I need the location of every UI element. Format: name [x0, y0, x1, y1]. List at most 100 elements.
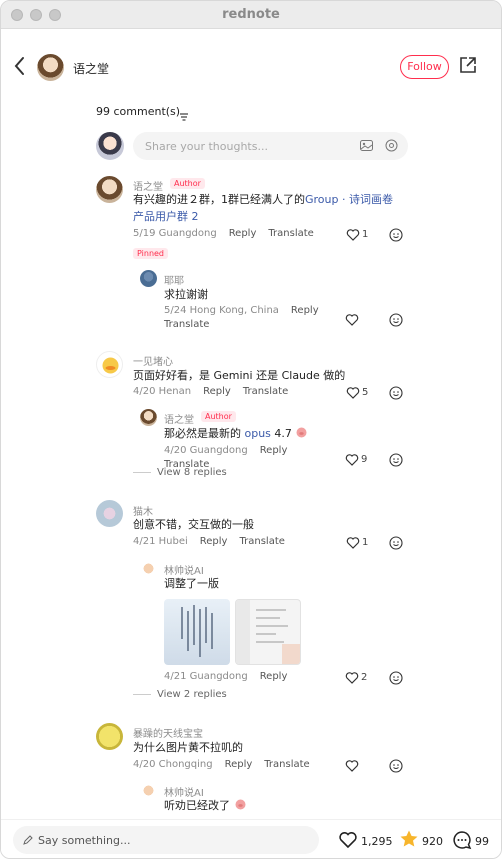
- replier-avatar[interactable]: [140, 270, 157, 287]
- reply-meta: 4/20 Guangdong Reply: [164, 445, 287, 456]
- image-thumbnail-icon: [181, 605, 213, 657]
- commenter-name[interactable]: 一见堵心: [133, 353, 173, 368]
- reply-meta: 4/21 Guangdong Reply: [164, 671, 287, 682]
- like-count: 9: [361, 454, 368, 465]
- commenter-avatar[interactable]: [96, 176, 123, 203]
- emoji-icon[interactable]: [389, 385, 403, 400]
- mention-icon[interactable]: [384, 138, 399, 153]
- translate-button[interactable]: Translate: [264, 759, 309, 770]
- divider-line: [133, 693, 151, 695]
- replier-name[interactable]: 耶耶: [164, 272, 184, 287]
- comment-meta: 4/20 Chongqing Reply Translate: [133, 759, 310, 770]
- translate-button[interactable]: Translate: [239, 536, 284, 547]
- heart-icon[interactable]: [346, 385, 360, 399]
- heart-icon[interactable]: [345, 758, 359, 772]
- comment-text: 页面好好看，是 Gemini 还是 Claude 做的: [133, 369, 346, 382]
- translate-button[interactable]: Translate: [268, 228, 313, 239]
- like-count: 2: [361, 672, 368, 683]
- reply-button[interactable]: Reply: [225, 759, 253, 770]
- commenter-avatar[interactable]: [96, 351, 123, 378]
- comment-date-location: 5/19 Guangdong: [133, 228, 217, 239]
- heart-icon[interactable]: [338, 830, 358, 850]
- replier-avatar[interactable]: [140, 782, 157, 799]
- reply-button[interactable]: Reply: [229, 228, 257, 239]
- reply-image[interactable]: [235, 599, 301, 665]
- image-icon[interactable]: [359, 138, 374, 153]
- pig-emoji-icon: [235, 799, 245, 810]
- follow-button[interactable]: Follow: [400, 55, 449, 79]
- reply-meta-translate: Translate: [164, 319, 209, 330]
- author-tag: Author: [170, 178, 205, 189]
- comment-input-placeholder: Share your thoughts...: [145, 140, 268, 153]
- comment-input[interactable]: Share your thoughts...: [133, 132, 408, 160]
- commenter-avatar[interactable]: [96, 723, 123, 750]
- emoji-icon[interactable]: [389, 312, 403, 327]
- pencil-icon: [23, 835, 33, 845]
- say-something-placeholder: Say something...: [38, 834, 131, 847]
- comment-bubble-icon[interactable]: [452, 830, 472, 850]
- reply-text: 听劝已经改了: [164, 797, 247, 814]
- heart-icon[interactable]: [346, 535, 360, 549]
- say-something-input[interactable]: Say something...: [13, 826, 319, 854]
- post-header: 语之堂 Follow: [1, 29, 501, 105]
- comment-text: 为什么图片黄不拉叽的: [133, 741, 243, 754]
- duck-icon: [102, 357, 119, 374]
- reply-text: 求拉谢谢: [164, 288, 208, 301]
- view-replies-button[interactable]: View 2 replies: [133, 689, 227, 700]
- reply-image[interactable]: [164, 599, 230, 665]
- reply-date-location: 4/20 Guangdong: [164, 445, 248, 456]
- emoji-icon[interactable]: [389, 670, 403, 685]
- reply-button[interactable]: Reply: [203, 386, 231, 397]
- screenshot-thumbnail-icon: [236, 600, 300, 664]
- comment-meta: 4/20 Henan Reply Translate: [133, 386, 288, 397]
- reply-text: 调整了一版: [164, 577, 219, 590]
- heart-icon[interactable]: [345, 312, 359, 326]
- commenter-avatar[interactable]: [96, 500, 123, 527]
- emoji-icon[interactable]: [389, 758, 403, 773]
- reply-date-location: 5/24 Hong Kong, China: [164, 305, 279, 316]
- share-icon[interactable]: [459, 56, 477, 74]
- divider-line: [133, 471, 151, 473]
- pinned-tag: Pinned: [133, 248, 169, 259]
- app-window: rednote 语之堂 Follow 99 comment(s) Share y…: [0, 0, 502, 859]
- reply-button[interactable]: Reply: [260, 445, 288, 456]
- reply-button[interactable]: Reply: [200, 536, 228, 547]
- heart-icon[interactable]: [345, 452, 359, 466]
- sort-icon[interactable]: [179, 107, 189, 121]
- comment-date-location: 4/20 Chongqing: [133, 759, 213, 770]
- like-count: 5: [362, 387, 369, 398]
- view-replies-button[interactable]: View 8 replies: [133, 467, 227, 478]
- comment-text: 有兴趣的进２群，1群已经满人了的Group · 诗词画卷产品用户群 2: [133, 191, 403, 225]
- heart-icon[interactable]: [346, 227, 360, 241]
- heart-icon[interactable]: [345, 670, 359, 684]
- app-title: rednote: [222, 7, 280, 22]
- comment-text: 创意不错，交互做的一般: [133, 518, 254, 531]
- emoji-icon[interactable]: [389, 452, 403, 467]
- star-icon[interactable]: [399, 829, 419, 849]
- view-replies-label: View 2 replies: [157, 689, 227, 700]
- stars-count: 920: [422, 835, 443, 848]
- commenter-name[interactable]: 暴躁的天线宝宝: [133, 725, 203, 740]
- author-avatar[interactable]: [37, 54, 64, 81]
- likes-count: 1,295: [361, 835, 393, 848]
- like-count: 1: [362, 537, 369, 548]
- reply-button[interactable]: Reply: [260, 671, 288, 682]
- pig-emoji-icon: [296, 427, 307, 438]
- author-name[interactable]: 语之堂: [73, 60, 109, 77]
- emoji-icon[interactable]: [389, 535, 403, 550]
- translate-button[interactable]: Translate: [243, 386, 288, 397]
- reply-text: 那必然是最新的 opus 4.7: [164, 425, 308, 442]
- comment-text-body: 有兴趣的进２群，1群已经满人了的: [133, 193, 305, 206]
- comment-meta: 5/19 Guangdong Reply Translate: [133, 228, 314, 239]
- reply-button[interactable]: Reply: [291, 305, 319, 316]
- bottom-bar: Say something... 1,295 920 99: [1, 819, 501, 858]
- opus-link[interactable]: opus: [245, 427, 271, 440]
- comment-date-location: 4/21 Hubei: [133, 536, 188, 547]
- translate-button[interactable]: Translate: [164, 319, 209, 330]
- replier-avatar[interactable]: [140, 409, 157, 426]
- replier-name[interactable]: 语之堂: [164, 411, 194, 426]
- back-chevron-icon[interactable]: [11, 55, 29, 77]
- replier-avatar[interactable]: [140, 560, 157, 577]
- comment-count: 99 comment(s): [96, 105, 181, 118]
- emoji-icon[interactable]: [389, 227, 403, 242]
